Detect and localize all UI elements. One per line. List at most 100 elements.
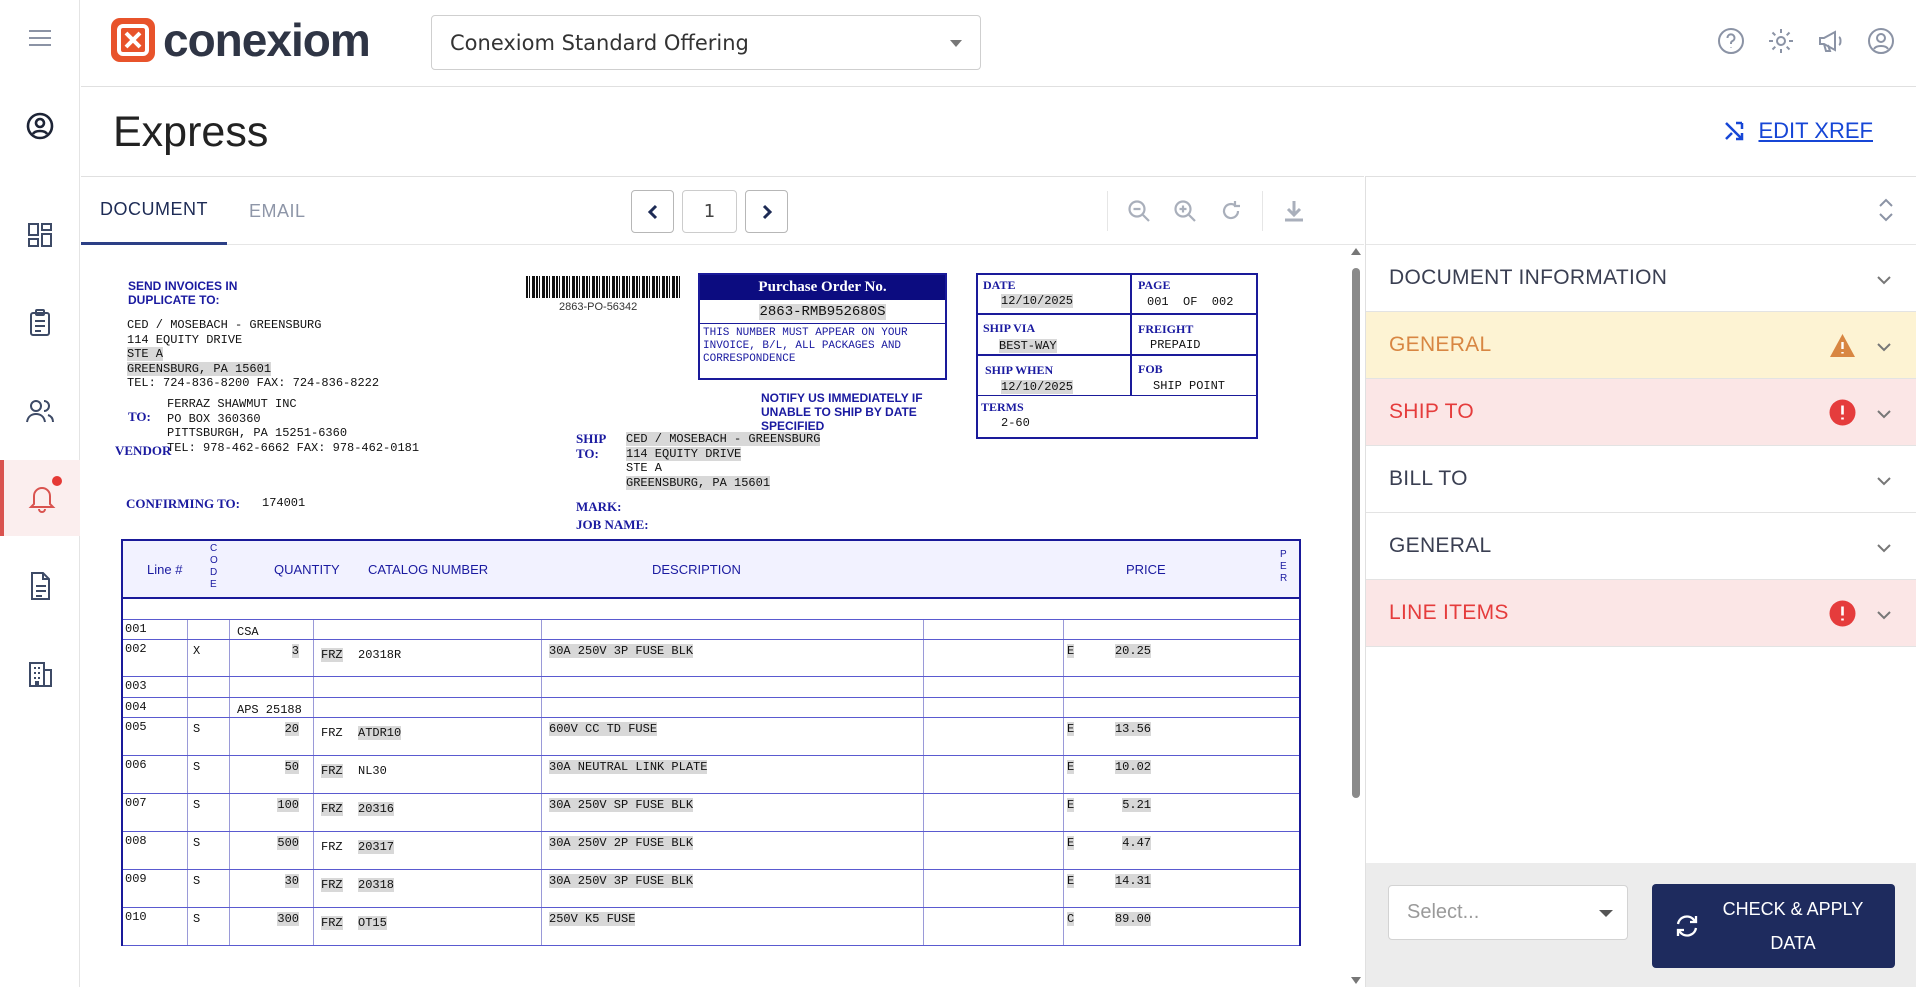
page-value: 001 OF 002 (1147, 295, 1234, 309)
download-icon (1285, 201, 1303, 222)
column-divider (1063, 908, 1064, 945)
row-description: 30A 250V 2P FUSE BLK (549, 836, 694, 850)
po-number-value: 2863-RMB952680S (759, 303, 886, 320)
edit-xref-link[interactable]: EDIT XREF (1722, 118, 1873, 144)
row-price: 13.56 (1114, 722, 1151, 736)
confirming-value: 174001 (262, 496, 306, 510)
action-select[interactable]: Select... (1388, 885, 1628, 940)
error-icon (1829, 399, 1856, 426)
nav-profile[interactable] (0, 88, 80, 164)
nav-documents[interactable] (0, 548, 80, 624)
page-title: Express (113, 108, 269, 156)
nav-orders[interactable] (0, 285, 80, 361)
column-divider (313, 698, 314, 717)
section-line-items[interactable]: LINE ITEMS (1366, 580, 1916, 647)
column-divider (187, 870, 188, 907)
column-divider (923, 794, 924, 831)
section-bill-to[interactable]: BILL TO (1366, 446, 1916, 513)
check-apply-data-button[interactable]: CHECK & APPLY DATA (1652, 884, 1895, 968)
column-divider (1063, 620, 1064, 639)
terms-value: 2-60 (1001, 416, 1030, 430)
tab-document[interactable]: DOCUMENT (81, 177, 227, 245)
row-catalog: ATDR10 (358, 726, 402, 740)
vendor-label: VENDOR (115, 443, 172, 458)
section-ship-to[interactable]: SHIP TO (1366, 379, 1916, 446)
column-divider (187, 794, 188, 831)
zoom-in-icon (1174, 200, 1196, 222)
next-page-button[interactable] (745, 190, 788, 233)
pager: 1 (631, 190, 788, 233)
row-price: 14.31 (1114, 874, 1151, 888)
nav-notifications[interactable] (0, 460, 80, 536)
scroll-down-icon[interactable] (1351, 977, 1361, 984)
announcement-icon[interactable] (1816, 26, 1846, 56)
table-row: 007 S 100 FRZ 20316 30A 250V SP FUSE BLK 5.21 E (123, 794, 1299, 832)
tab-email[interactable]: EMAIL (249, 177, 306, 245)
column-divider (1063, 794, 1064, 831)
row-line: 007 (125, 796, 147, 810)
column-divider (313, 756, 314, 793)
chevron-right-icon (762, 204, 772, 219)
nav-dashboard[interactable] (0, 197, 80, 273)
page-label: PAGE (1138, 278, 1171, 292)
panel-sections: DOCUMENT INFORMATION GENERAL SHIP TO BILL T… (1366, 245, 1916, 647)
row-line: 003 (125, 679, 147, 693)
row-code: S (193, 912, 201, 926)
row-mfr: FRZ (321, 840, 343, 854)
document-scrollbar[interactable] (1349, 246, 1363, 988)
header-actions (1716, 26, 1896, 56)
chevron-down-icon (1876, 270, 1892, 286)
table-row: 003 (123, 677, 1299, 698)
row-code: S (193, 722, 201, 736)
zoom-in-button[interactable] (1162, 191, 1208, 231)
ship-addr-2: 114 EQUITY DRIVE (626, 447, 742, 461)
row-note: APS 25188 (237, 703, 302, 717)
column-divider (541, 908, 542, 945)
table-row: 009 S 30 FRZ 20318 30A 250V 3P FUSE BLK 14.31 E (123, 870, 1299, 908)
column-divider (923, 832, 924, 869)
section-document-information[interactable]: DOCUMENT INFORMATION (1366, 245, 1916, 312)
row-description: 250V K5 FUSE (549, 912, 636, 926)
help-icon[interactable] (1716, 26, 1746, 56)
row-per: E (1067, 874, 1075, 888)
fob-value: SHIP POINT (1153, 379, 1226, 393)
column-divider (229, 620, 230, 639)
section-general[interactable]: GENERAL (1366, 513, 1916, 580)
row-code: S (193, 874, 201, 888)
row-code: X (193, 644, 201, 658)
account-icon[interactable] (1866, 26, 1896, 56)
scroll-thumb[interactable] (1352, 268, 1360, 798)
row-code: S (193, 798, 201, 812)
nav-users[interactable] (0, 373, 80, 449)
menu-button[interactable] (0, 0, 80, 76)
row-price: 4.47 (1122, 836, 1151, 850)
column-divider (229, 718, 230, 755)
row-line: 009 (125, 872, 147, 886)
zoom-out-button[interactable] (1116, 191, 1162, 231)
barcode-image (526, 276, 681, 298)
nav-companies[interactable] (0, 636, 80, 712)
row-catalog: OT15 (358, 916, 387, 930)
settings-icon[interactable] (1766, 26, 1796, 56)
section-general[interactable]: GENERAL (1366, 312, 1916, 379)
expand-collapse-icon[interactable] (1876, 195, 1896, 225)
column-divider (313, 832, 314, 869)
po-number-box: Purchase Order No. 2863-RMB952680S THIS … (698, 273, 947, 380)
rotate-button[interactable] (1208, 191, 1254, 231)
col-price: PRICE (1126, 562, 1166, 577)
panel-toolbar (1366, 177, 1916, 245)
column-divider (187, 677, 188, 697)
offering-select[interactable]: Conexiom Standard Offering (431, 15, 981, 70)
download-button[interactable] (1271, 191, 1317, 231)
scroll-up-icon[interactable] (1351, 248, 1361, 255)
prev-page-button[interactable] (631, 190, 674, 233)
bill-addr-1: CED / MOSEBACH - GREENSBURG (127, 318, 322, 332)
column-divider (1063, 718, 1064, 755)
brand-logo[interactable]: conexiom (111, 17, 371, 63)
page-number-input[interactable]: 1 (682, 190, 737, 233)
column-divider (541, 832, 542, 869)
row-price: 5.21 (1122, 798, 1151, 812)
terms-label: TERMS (981, 400, 1024, 414)
ship-when-label: SHIP WHEN (985, 363, 1054, 377)
job-name-label: JOB NAME: (576, 517, 649, 532)
